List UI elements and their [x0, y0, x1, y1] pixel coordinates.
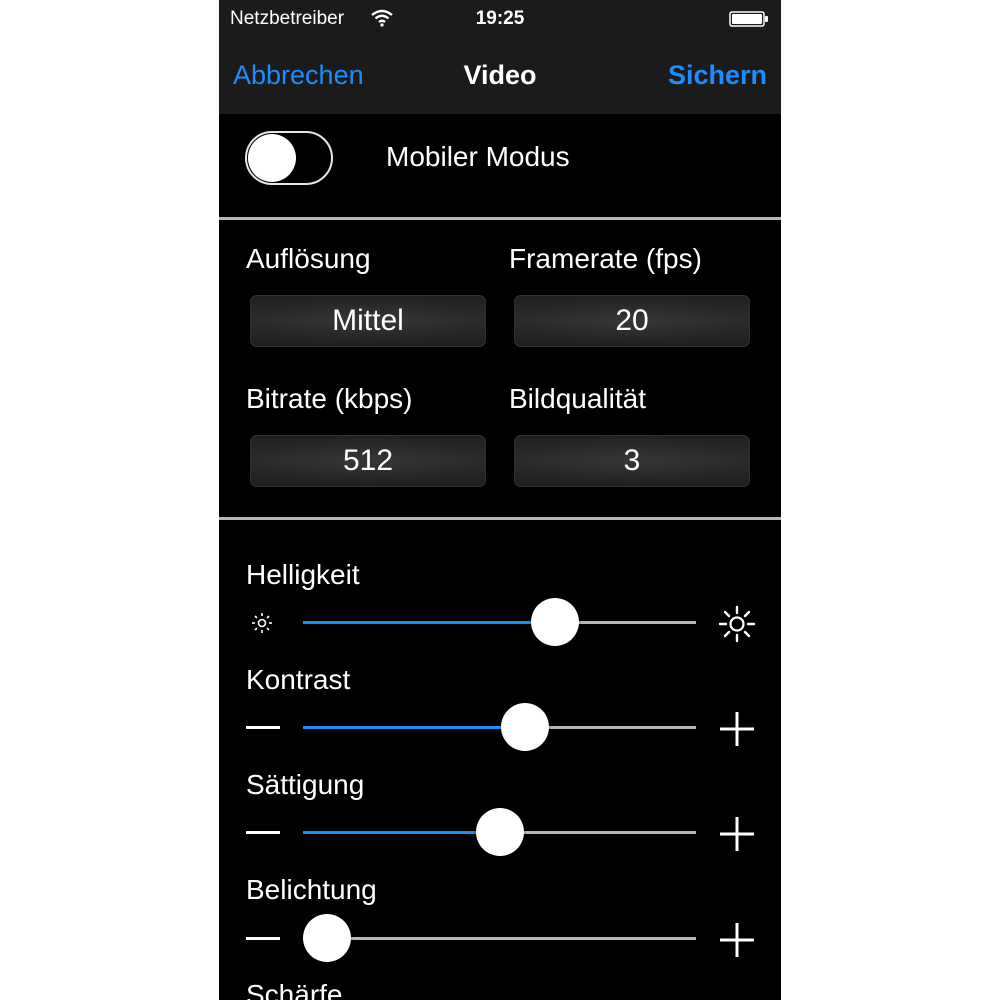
phone-screen: Netzbetreiber 19:25 Video Abbrechen Sich… — [219, 0, 781, 1000]
exposure-slider[interactable] — [302, 914, 696, 962]
brightness-low-icon — [252, 613, 272, 633]
slider-fill — [303, 726, 526, 729]
minus-icon — [246, 831, 280, 834]
section-divider — [219, 517, 781, 520]
slider-thumb[interactable] — [475, 808, 524, 856]
framerate-label: Framerate (fps) — [509, 243, 702, 274]
bitrate-picker[interactable]: 512 — [250, 435, 486, 487]
plus-icon — [720, 923, 754, 957]
plus-icon — [720, 817, 754, 851]
slider-fill — [303, 831, 500, 834]
quality-picker[interactable]: 3 — [514, 435, 750, 487]
mobile-mode-toggle[interactable] — [245, 131, 333, 185]
resolution-label: Auflösung — [246, 243, 371, 274]
framerate-value: 20 — [615, 304, 649, 337]
brightness-high-icon — [718, 605, 756, 643]
sharpness-label: Schärfe — [246, 979, 343, 1000]
section-divider — [219, 217, 781, 220]
saturation-slider[interactable] — [303, 808, 696, 856]
saturation-label: Sättigung — [246, 769, 365, 800]
slider-fill — [303, 621, 555, 624]
quality-label: Bildqualität — [509, 383, 646, 414]
toggle-knob — [248, 134, 296, 182]
bitrate-value: 512 — [342, 444, 394, 477]
resolution-value: Mittel — [332, 304, 404, 337]
contrast-label: Kontrast — [246, 664, 351, 695]
minus-icon — [246, 726, 280, 729]
exposure-label: Belichtung — [246, 874, 377, 905]
status-bar: Netzbetreiber 19:25 — [219, 0, 781, 38]
brightness-slider[interactable] — [303, 598, 696, 646]
navigation-bar: Video Abbrechen Sichern — [219, 38, 781, 114]
contrast-slider[interactable] — [303, 703, 696, 751]
bitrate-label: Bitrate (kbps) — [246, 383, 413, 414]
resolution-picker[interactable]: Mittel — [250, 295, 486, 347]
framerate-picker[interactable]: 20 — [514, 295, 750, 347]
quality-value: 3 — [623, 444, 641, 477]
battery-icon — [729, 11, 768, 27]
mobile-mode-label: Mobiler Modus — [386, 141, 570, 172]
brightness-label: Helligkeit — [246, 559, 360, 590]
slider-thumb[interactable] — [302, 914, 351, 962]
slider-thumb[interactable] — [501, 703, 550, 751]
cancel-button[interactable]: Abbrechen — [233, 60, 364, 91]
slider-thumb[interactable] — [530, 598, 579, 646]
status-time: 19:25 — [475, 8, 525, 29]
minus-icon — [246, 937, 280, 940]
save-button[interactable]: Sichern — [668, 60, 767, 91]
plus-icon — [720, 712, 754, 746]
